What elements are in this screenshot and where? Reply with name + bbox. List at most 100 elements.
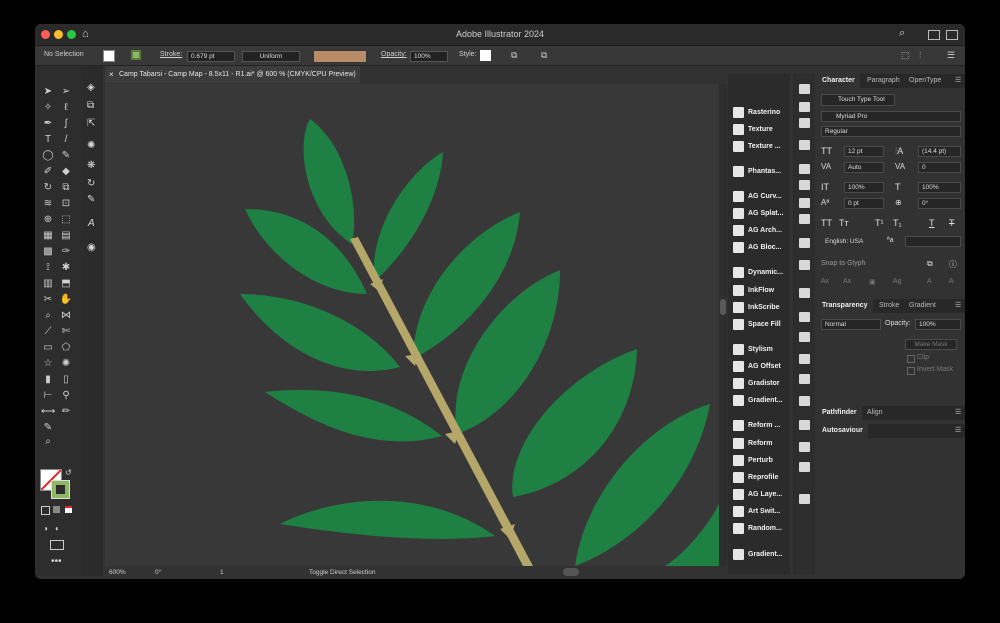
- shape-builder-tool-icon[interactable]: ⊕: [41, 214, 55, 226]
- artboards-panel-icon[interactable]: [799, 374, 810, 384]
- draw-inside-icon[interactable]: ◐: [55, 524, 60, 533]
- polygon-tool-icon[interactable]: ⬠: [59, 342, 73, 354]
- curvature-tool-icon[interactable]: ∫: [59, 118, 73, 130]
- plugin-item[interactable]: AG Laye...: [733, 488, 791, 502]
- appearance-icon[interactable]: [799, 102, 810, 112]
- plugin-item[interactable]: AG Bloc...: [733, 241, 791, 255]
- plugin-item[interactable]: Reform ...: [733, 419, 791, 433]
- navigator-icon[interactable]: [799, 354, 810, 364]
- ellipse-tool-icon[interactable]: ◯: [41, 150, 55, 162]
- plugin-item[interactable]: Space Fill: [733, 318, 791, 332]
- snap-baseline-icon[interactable]: Ax: [821, 278, 829, 285]
- transform-panel-icon[interactable]: [799, 332, 810, 342]
- flare-tool-icon[interactable]: ✺: [59, 358, 73, 370]
- 3d-icon[interactable]: [799, 260, 810, 270]
- search-icon[interactable]: ⌕: [899, 27, 905, 40]
- plugin-item[interactable]: InkFlow: [733, 284, 791, 298]
- line-tool-icon[interactable]: /: [59, 134, 73, 146]
- transform-icon[interactable]: ⬚: [901, 50, 910, 61]
- rotate-tool-icon[interactable]: ↻: [41, 182, 55, 194]
- swap-fill-stroke-icon[interactable]: ↺: [65, 468, 72, 477]
- stroke-color-swatch[interactable]: [51, 480, 70, 499]
- plugin-item[interactable]: AG Curv...: [733, 190, 791, 204]
- blend-mode-select[interactable]: Normal: [821, 319, 881, 330]
- horizontal-scale-field[interactable]: 100%: [918, 182, 961, 193]
- knife-tool-icon[interactable]: ⟋: [41, 326, 55, 338]
- plugin-item[interactable]: Gradient...: [733, 548, 791, 562]
- selection-tool-icon[interactable]: ➤: [41, 86, 55, 98]
- more-tools-icon[interactable]: •••: [51, 556, 62, 567]
- swatches-icon[interactable]: [799, 180, 810, 190]
- type-tool-icon[interactable]: T: [41, 134, 55, 146]
- strikethrough-icon[interactable]: T: [949, 218, 955, 228]
- tab-character[interactable]: Character: [817, 74, 860, 88]
- close-document-icon[interactable]: ×: [109, 66, 114, 83]
- snap-proximity-icon[interactable]: Ag: [893, 278, 902, 285]
- color-panel-icon[interactable]: [799, 164, 810, 174]
- pathfinder-menu-icon[interactable]: ☰: [955, 406, 961, 420]
- artboard-canvas[interactable]: [105, 84, 719, 566]
- symbol-sprayer-tool-icon[interactable]: ✱: [59, 262, 73, 274]
- slice-tool-icon[interactable]: ✂: [41, 294, 55, 306]
- plugin-item[interactable]: Reprofile: [733, 471, 791, 485]
- info-icon[interactable]: ⓘ: [949, 259, 957, 270]
- image-trace-icon[interactable]: [799, 288, 810, 298]
- plugin-item[interactable]: Gradistor: [733, 377, 791, 391]
- autosaviour-menu-icon[interactable]: ☰: [955, 424, 961, 438]
- plugin-item[interactable]: Stylism: [733, 343, 791, 357]
- character-rotation-field[interactable]: 0°: [918, 198, 961, 209]
- snap-options-icon[interactable]: ⧉: [927, 259, 933, 269]
- gradient-tool-icon[interactable]: ▩: [41, 246, 55, 258]
- screen-mode-icon[interactable]: [50, 540, 64, 550]
- opacity-label[interactable]: Opacity:: [381, 51, 407, 58]
- plugin-item[interactable]: AG Arch...: [733, 224, 791, 238]
- dimension-tool-icon[interactable]: ⟷: [41, 406, 55, 418]
- properties-icon[interactable]: [799, 84, 810, 94]
- font-size-field[interactable]: 12 pt: [844, 146, 884, 157]
- document-tab[interactable]: × Camp Tabarsi - Camp Map - 8.5x11 - R1.…: [105, 66, 360, 83]
- perspective-grid-tool-icon[interactable]: ▦: [41, 230, 55, 242]
- eraser-tool-icon[interactable]: ◆: [59, 166, 73, 178]
- stroke-panel-icon[interactable]: [799, 396, 810, 406]
- workspace-icon[interactable]: [928, 30, 940, 40]
- rectangle-tool-icon[interactable]: ▭: [41, 342, 55, 354]
- subscript-icon[interactable]: T₁: [893, 218, 902, 228]
- stroke-swatch[interactable]: [131, 50, 141, 60]
- live-paint-tool-icon[interactable]: ⬚: [59, 214, 73, 226]
- gradient-panel-icon[interactable]: [799, 420, 810, 430]
- plugin-item[interactable]: AG Splat...: [733, 207, 791, 221]
- control-menu-icon[interactable]: ☰: [947, 50, 955, 61]
- small-caps-icon[interactable]: Tт: [839, 218, 849, 228]
- plus-icon[interactable]: [799, 312, 810, 322]
- snap-angular-icon[interactable]: A: [927, 278, 932, 285]
- make-mask-button[interactable]: Make Mask: [905, 339, 957, 350]
- arrange-documents-icon[interactable]: [946, 30, 958, 40]
- color-mode-icon[interactable]: [41, 506, 50, 515]
- symbols-icon[interactable]: [799, 238, 810, 248]
- hand-tool-icon[interactable]: ✋: [59, 294, 73, 306]
- free-transform-tool-icon[interactable]: ⊡: [59, 198, 73, 210]
- links-icon[interactable]: [799, 214, 810, 224]
- brushes-panel-icon[interactable]: [799, 198, 810, 208]
- panel-menu-icon[interactable]: ☰: [955, 74, 961, 88]
- anti-aliasing-select[interactable]: [905, 236, 961, 247]
- plugin-item[interactable]: AG Offset: [733, 360, 791, 374]
- snap-xheight-icon[interactable]: Ax: [843, 278, 851, 285]
- artboards-icon[interactable]: ⧉: [87, 100, 94, 111]
- font-family-field[interactable]: Myriad Pro: [821, 111, 961, 122]
- libraries-icon[interactable]: ◉: [87, 242, 96, 253]
- warp-tool-icon[interactable]: ≋: [41, 198, 55, 210]
- graphic-styles-icon[interactable]: [799, 118, 810, 128]
- draw-mode-icon[interactable]: ◑: [43, 524, 48, 533]
- layers-icon[interactable]: ◈: [87, 82, 95, 93]
- horizontal-scroll-thumb[interactable]: [563, 568, 579, 576]
- touch-type-button[interactable]: Touch Type Tool: [821, 94, 895, 106]
- export-icon[interactable]: ⇱: [87, 118, 95, 129]
- rotation-value[interactable]: 0°: [155, 569, 161, 576]
- brush-panel-icon[interactable]: ✺: [87, 140, 95, 151]
- plugin-item[interactable]: Random...: [733, 522, 791, 536]
- blend-tool-icon[interactable]: ⟟: [41, 262, 55, 274]
- pen-tool-icon[interactable]: ✒: [41, 118, 55, 130]
- pencil-tool-icon[interactable]: ✏: [59, 406, 73, 418]
- transparency-menu-icon[interactable]: ☰: [955, 299, 961, 313]
